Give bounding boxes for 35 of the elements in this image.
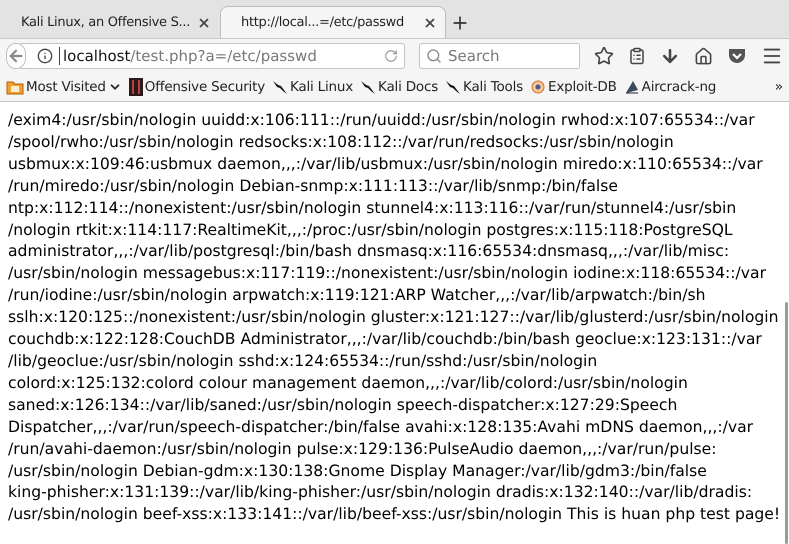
bookmarks-overflow[interactable]: » <box>774 79 783 95</box>
bookmark-item[interactable]: Kali Docs <box>360 79 438 95</box>
page-text-line: saned:x:126:134::/var/lib/saned:/usr/sbin/nologin speech-dispatcher:x:127:29:Speech <box>8 394 678 416</box>
bookmark-item[interactable]: Kali Tools <box>445 79 523 95</box>
url-text: localhost/test.php?a=/etc/passwd <box>59 47 378 65</box>
bookmark-item[interactable]: Most Visited <box>6 79 122 95</box>
tab-title: Kali Linux, an Offensive S... <box>21 15 191 30</box>
page-text-line: /lib/geoclue:/usr/sbin/nologin sshd:x:124:65534::/run/sshd:/usr/sbin/nologin <box>8 350 598 372</box>
address-field[interactable]: localhost/test.php?a=/etc/passwd <box>20 43 405 69</box>
page-text-line: /run/miredo:/usr/sbin/nologin Debian-snmp:x:111:113::/var/lib/snmp:/bin/false <box>8 176 619 197</box>
search-field[interactable]: Search <box>419 43 580 69</box>
page-text-line: ntp:x:112:114::/nonexistent:/usr/sbin/nologin stunnel4:x:113:116::/var/run/stunnel4:/usr/sbin <box>8 198 738 219</box>
page-text-line: /exim4:/usr/sbin/nologin uuidd:x:106:111::/run/uuidd:/usr/sbin/nologin rwhod:x:107:65534::/var <box>8 110 756 131</box>
page-text-line: /spool/rwho:/usr/sbin/nologin redsocks:x:108:112::/var/run/redsocks:/usr/sbin/nologin <box>8 132 675 153</box>
bookmark-item[interactable]: Offensive Security <box>128 78 265 96</box>
page-text-line: administrator,,,:/var/lib/postgresql:/bin/bash dnsmasq:x:116:65534:dnsmasq,,,:/var/lib/misc: <box>8 241 730 262</box>
bookmark-item[interactable]: Kali Linux <box>272 79 354 95</box>
browser-tab[interactable]: http://local...=/etc/passwd <box>220 6 446 38</box>
page-text-line: sslh:x:120:125::/nonexistent:/usr/sbin/nologin gluster:x:121:127::/var/lib/glusterd:/usr/sbin/nologin <box>8 307 780 328</box>
page-text-line: Dispatcher,,,:/var/run/speech-dispatcher:/bin/false avahi:x:128:135:Avahi mDNS daemon,,,:/var <box>8 416 754 438</box>
search-placeholder: Search <box>448 47 500 65</box>
page-text-line: /run/iodine:/usr/sbin/nologin arpwatch:x:119:121:ARP Watcher,,,:/var/lib/arpwatch:/bin/sh <box>8 285 707 306</box>
bookmark-item[interactable]: Exploit-DB <box>530 79 617 95</box>
page-text-line: usbmux:x:109:46:usbmux daemon,,,:/var/lib/usbmux:/usr/sbin/nologin miredo:x:110:65534::/var <box>8 154 764 175</box>
page-text-line: /usr/sbin/nologin messagebus:x:117:119::/nonexistent:/usr/sbin/nologin iodine:x:118:65534::/var <box>8 263 768 284</box>
bookmark-item[interactable]: Aircrack-ng <box>624 79 716 95</box>
page-text-line: /usr/sbin/nologin beef-xss:x:133:141::/var/lib/beef-xss:/usr/sbin/nologin This is huan php test page! <box>8 504 782 526</box>
page-text-line: colord:x:125:132:colord colour management daemon,,,:/var/lib/colord:/usr/sbin/nologin <box>8 372 689 394</box>
page-text-line: king-phisher:x:131:139::/var/lib/king-phisher:/usr/sbin/nologin dradis:x:132:140::/var/lib/dradis: <box>8 482 754 504</box>
page-text-line: /nologin rtkit:x:114:117:RealtimeKit,,,:/proc:/usr/sbin/nologin postgres:x:115:118:PostgreSQL <box>8 220 734 241</box>
page-text-line: couchdb:x:122:128:CouchDB Administrator,,,:/var/lib/couchdb:/bin/bash geoclue:x:123:131::/var <box>8 329 763 350</box>
page-text-line: /usr/sbin/nologin Debian-gdm:x:130:138:Gnome Display Manager:/var/lib/gdm3:/bin/false <box>8 460 708 482</box>
page-text-line: /run/avahi-daemon:/usr/sbin/nologin pulse:x:129:136:PulseAudio daemon,,,:/var/run/pulse: <box>8 438 718 460</box>
browser-tab[interactable]: Kali Linux, an Offensive S... <box>0 6 220 38</box>
tab-title: http://local...=/etc/passwd <box>241 15 405 30</box>
